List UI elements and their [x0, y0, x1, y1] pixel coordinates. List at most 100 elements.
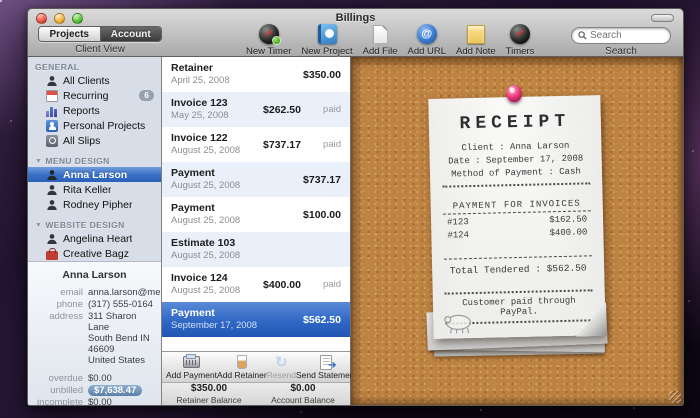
sidebar-section-website-design[interactable]: ▼WEBSITE DESIGN: [28, 219, 161, 231]
person-icon: [46, 169, 58, 181]
add-note-button[interactable]: Add Note: [456, 23, 496, 57]
resend-button[interactable]: ↻ Resend: [267, 354, 296, 380]
play-badge-icon: [272, 36, 281, 45]
sidebar-item-creative-bagz[interactable]: Creative Bagz: [28, 246, 161, 261]
receipt-separator: [445, 289, 593, 294]
tab-projects[interactable]: Projects: [39, 27, 101, 41]
new-project-button[interactable]: New Project: [301, 23, 352, 57]
invoice-row[interactable]: Invoice 124August 25, 2008 $400.00 paid: [162, 267, 350, 302]
disclosure-triangle-icon[interactable]: ▼: [35, 158, 42, 165]
unbilled-value-badge: $7,638.47: [88, 385, 142, 396]
sidebar-item-all-clients[interactable]: All Clients: [28, 73, 161, 88]
view-mode-label: Client View: [38, 44, 162, 55]
resend-arrow-icon: ↻: [275, 355, 288, 370]
disclosure-triangle-icon[interactable]: ▼: [35, 222, 42, 229]
bar-chart-icon: [46, 105, 58, 117]
incomplete-label: incomplete: [33, 397, 83, 406]
at-url-icon: @: [417, 24, 437, 44]
statement-doc-icon: ➔: [320, 355, 332, 370]
receipt-separator: [444, 255, 592, 259]
file-icon: [373, 25, 388, 44]
receipt-separator: [442, 182, 590, 187]
window-resize-grip[interactable]: [669, 391, 681, 403]
sidebar-item-all-slips[interactable]: All Slips: [28, 133, 161, 148]
sidebar-item-angelina-heart[interactable]: Angelina Heart: [28, 231, 161, 246]
contact-name: Anna Larson: [33, 269, 156, 281]
unbilled-label: unbilled: [33, 385, 83, 396]
billings-window: Billings Projects Account Client View Ne…: [27, 8, 684, 406]
receipt-method-line: Method of Payment : Cash: [440, 165, 592, 181]
paid-status: paid: [301, 279, 341, 290]
slips-icon: [46, 135, 58, 147]
view-segmented-control: Projects Account: [38, 26, 162, 42]
invoice-action-bar: Add Payment Add Retainer ↻ Resend ➔ Send…: [162, 351, 350, 382]
cork-board: RECEIPT Client : Anna Larson Date : Sept…: [351, 57, 683, 405]
address-label: address: [33, 311, 83, 366]
contact-panel: Anna Larson emailanna.larson@me.com phon…: [28, 261, 161, 406]
send-arrow-icon: ➔: [328, 360, 336, 371]
retainer-balance: $350.00 Retainer Balance: [162, 383, 256, 405]
receipt-line-item: #124$400.00: [447, 226, 587, 242]
sidebar: GENERAL All Clients Recurring 6 Reports …: [28, 57, 161, 405]
receipt-total-line: Total Tendered : $562.50: [442, 262, 594, 276]
search-input[interactable]: [590, 30, 660, 41]
recurring-count-badge: 6: [139, 90, 154, 101]
sidebar-item-rita-keller[interactable]: Rita Keller: [28, 182, 161, 197]
sidebar-item-personal-projects[interactable]: Personal Projects: [28, 118, 161, 133]
receipt-title: RECEIPT: [439, 111, 591, 134]
person-icon: [46, 184, 58, 196]
new-timer-button[interactable]: New Timer: [246, 23, 291, 57]
sidebar-item-rodney-pipher[interactable]: Rodney Pipher: [28, 197, 161, 212]
address-value: 311 Sharon Lane South Bend IN 46609 Unit…: [88, 311, 156, 366]
paid-status: paid: [301, 139, 341, 150]
search-field[interactable]: [571, 27, 671, 44]
invoice-row[interactable]: Invoice 122August 25, 2008 $737.17 paid: [162, 127, 350, 162]
incomplete-value: $0.00: [88, 397, 112, 406]
push-pin-icon: [507, 85, 522, 104]
invoice-row[interactable]: Estimate 103August 25, 2008: [162, 232, 350, 267]
invoice-row[interactable]: Invoice 123May 25, 2008 $262.50 paid: [162, 92, 350, 127]
overdue-label: overdue: [33, 373, 83, 384]
search-label: Search: [571, 46, 671, 57]
add-file-button[interactable]: Add File: [363, 23, 398, 57]
invoice-list: RetainerApril 25, 2008 $350.00 Invoice 1…: [161, 57, 351, 405]
window-chrome: Billings Projects Account Client View Ne…: [28, 9, 683, 57]
add-retainer-button[interactable]: Add Retainer: [217, 354, 267, 380]
add-url-button[interactable]: @ Add URL: [407, 23, 446, 57]
calendar-icon: [46, 90, 58, 102]
overdue-value: $0.00: [88, 373, 112, 384]
sidebar-section-general: GENERAL: [28, 61, 161, 73]
account-balance: $0.00 Account Balance: [256, 383, 350, 405]
timers-button[interactable]: Timers: [506, 23, 535, 57]
invoice-row-selected[interactable]: PaymentSeptember 17, 2008 $562.50: [162, 302, 350, 337]
add-payment-button[interactable]: Add Payment: [166, 354, 217, 380]
paid-status: paid: [301, 104, 341, 115]
cash-register-icon: [183, 356, 200, 368]
receipt-section-header: PAYMENT FOR INVOICES: [441, 198, 593, 211]
invoice-row[interactable]: PaymentAugust 25, 2008 $737.17: [162, 162, 350, 197]
list-empty-area: [162, 337, 350, 351]
toolbar: Projects Account Client View New Timer N…: [28, 28, 683, 57]
sidebar-item-reports[interactable]: Reports: [28, 103, 161, 118]
sidebar-item-anna-larson[interactable]: Anna Larson: [28, 167, 161, 182]
receipt[interactable]: RECEIPT Client : Anna Larson Date : Sept…: [428, 95, 605, 339]
phone-value: (317) 555-0164: [88, 299, 153, 310]
tab-account[interactable]: Account: [101, 27, 162, 41]
email-label: email: [33, 287, 83, 298]
search-icon: [578, 31, 587, 40]
person-icon: [46, 75, 58, 87]
invoice-row[interactable]: PaymentAugust 25, 2008 $100.00: [162, 197, 350, 232]
personal-projects-icon: [46, 120, 58, 132]
toolbar-toggle-button[interactable]: [651, 14, 674, 22]
sticky-note-icon: [467, 25, 485, 44]
red-bag-icon: [46, 251, 58, 260]
sidebar-section-menu-design[interactable]: ▼MENU DESIGN: [28, 155, 161, 167]
send-statement-button[interactable]: ➔ Send Statement: [296, 354, 357, 380]
sidebar-item-recurring[interactable]: Recurring 6: [28, 88, 161, 103]
timer-icon: [259, 24, 279, 44]
invoice-row[interactable]: RetainerApril 25, 2008 $350.00: [162, 57, 350, 92]
sheep-doodle: [441, 310, 480, 335]
person-icon: [46, 233, 58, 245]
retainer-glass-icon: [237, 355, 247, 369]
balance-bar: $350.00 Retainer Balance $0.00 Account B…: [162, 382, 350, 405]
